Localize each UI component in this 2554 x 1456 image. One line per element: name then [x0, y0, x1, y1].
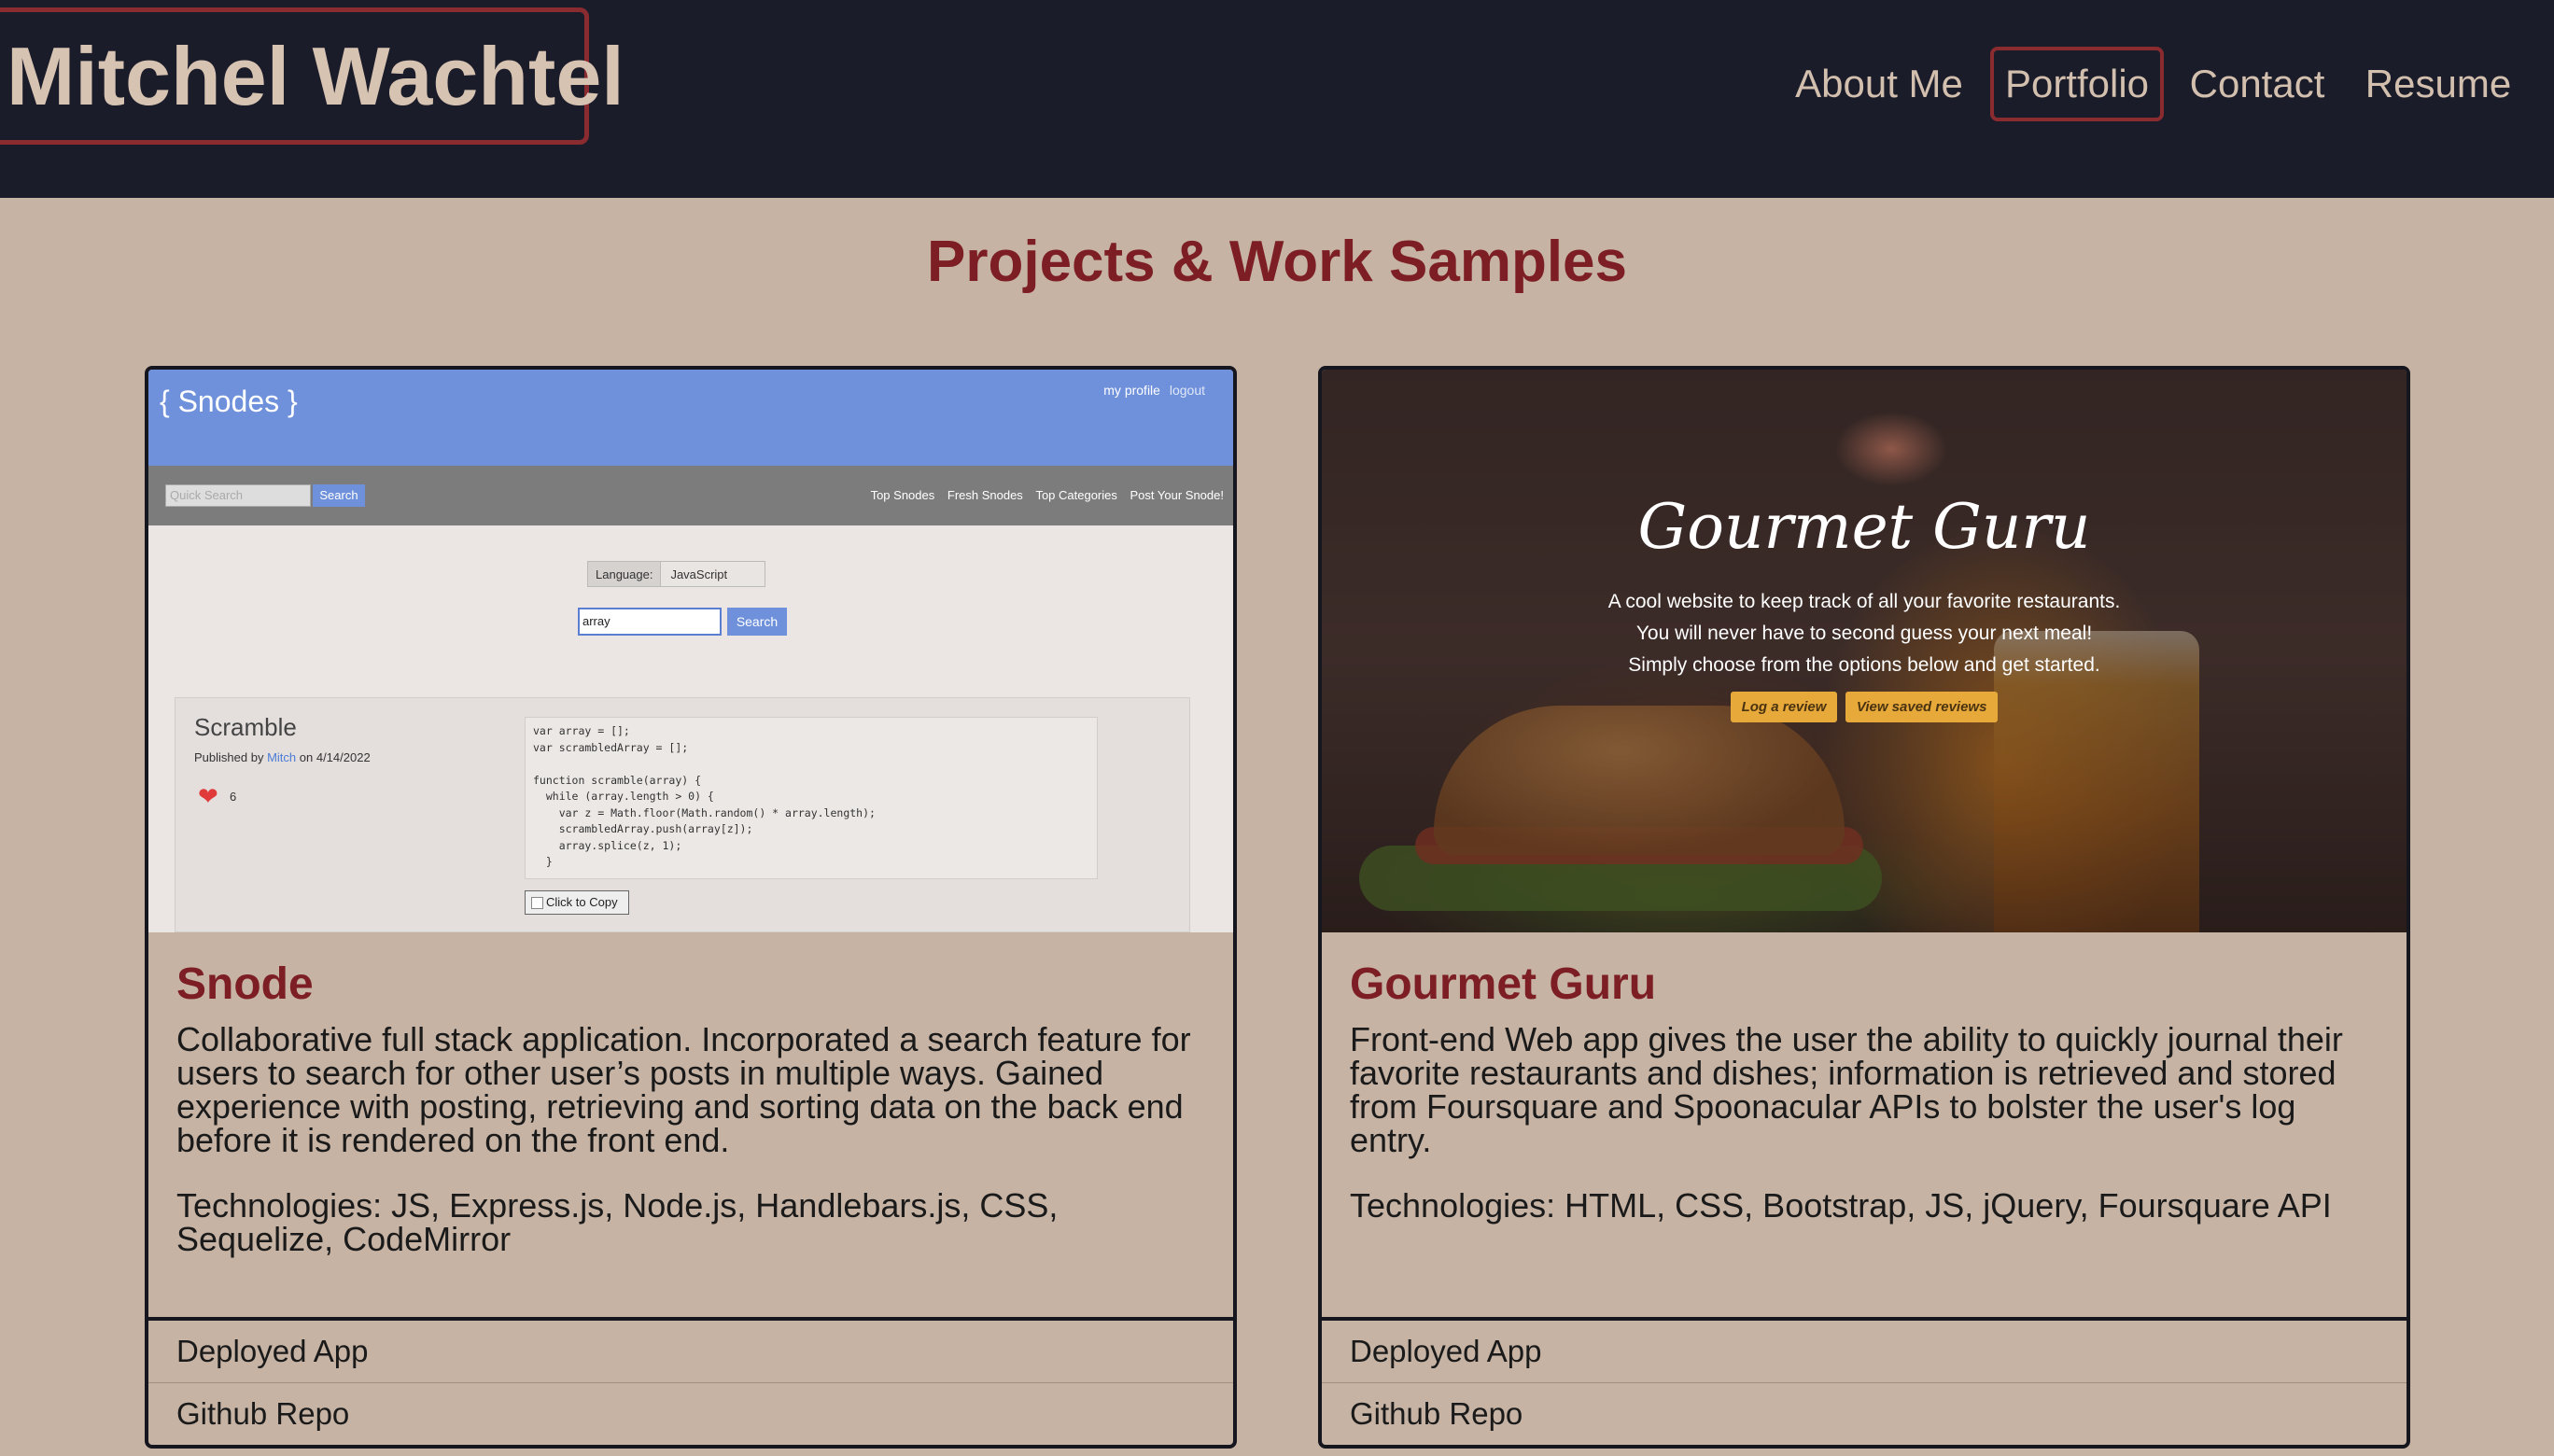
site-header: Mitchel Wachtel About Me Portfolio Conta…	[0, 0, 2554, 198]
gourmet-hero-line: You will never have to second guess your…	[1635, 623, 2093, 644]
card-description: Front-end Web app gives the user the abi…	[1350, 1020, 2343, 1159]
card-body: Snode Collaborative full stack applicati…	[148, 932, 1233, 1321]
gourmet-hero-title: Gourmet Guru	[1637, 491, 2091, 563]
snode-topbar: { Snodes } my profile logout	[148, 370, 1233, 466]
snode-post-byline: Published by Mitch on 4/14/2022	[194, 750, 371, 764]
snode-code-block: var array = []; var scrambledArray = [];…	[525, 717, 1098, 879]
snode-like-count: 6	[230, 790, 237, 804]
snode-screenshot: { Snodes } my profile logout Quick Searc…	[148, 370, 1233, 932]
snode-menu-item: Fresh Snodes	[947, 488, 1023, 502]
view-saved-reviews-button: View saved reviews	[1845, 692, 1999, 722]
snode-post-author: Mitch	[267, 750, 297, 764]
nav-resume[interactable]: Resume	[2356, 47, 2520, 121]
snode-post-date: on 4/14/2022	[299, 750, 371, 764]
snode-post-by-prefix: Published by	[194, 750, 264, 764]
deployed-app-link[interactable]: Deployed App	[1322, 1321, 2407, 1382]
nav-contact[interactable]: Contact	[2182, 47, 2332, 121]
heart-icon: ❤	[198, 782, 218, 810]
gourmet-hero-text: A cool website to keep track of all your…	[1322, 586, 2407, 681]
snode-quick-search: Quick Search	[165, 484, 311, 507]
snode-language-label: Language:	[587, 561, 662, 587]
snode-menu-item: Top Snodes	[870, 488, 935, 502]
snode-logo: { Snodes }	[160, 385, 298, 418]
card-technologies: Technologies: HTML, CSS, Bootstrap, JS, …	[1350, 1186, 2332, 1225]
brand-name: Mitchel Wachtel	[7, 29, 624, 122]
nav-portfolio[interactable]: Portfolio	[1990, 47, 2164, 121]
snode-main: Language: JavaScript array Search Scramb…	[148, 525, 1233, 932]
snode-menu-item: Top Categories	[1035, 488, 1117, 502]
snode-menu-item: Post Your Snode!	[1130, 488, 1224, 502]
card-links: Deployed App Github Repo	[148, 1321, 1233, 1444]
nav-about-me[interactable]: About Me	[1790, 47, 1968, 121]
gourmet-hero-line: Simply choose from the options below and…	[1628, 654, 2100, 676]
snode-menu: Top Snodes Fresh Snodes Top Categories P…	[862, 488, 1224, 502]
snode-search-input: array	[578, 608, 722, 636]
card-technologies: Technologies: JS, Express.js, Node.js, H…	[176, 1186, 1059, 1258]
github-repo-link[interactable]: Github Repo	[148, 1382, 1233, 1444]
snode-language-value: JavaScript	[661, 561, 766, 587]
snode-post: Scramble Published by Mitch on 4/14/2022…	[175, 697, 1190, 932]
snode-copy-button: Click to Copy	[525, 890, 629, 915]
snode-quick-search-button: Search	[313, 484, 365, 507]
snode-language-select: Language: JavaScript	[587, 561, 766, 587]
card-title: Gourmet Guru	[1350, 959, 1657, 1009]
page-title: Projects & Work Samples	[926, 230, 1628, 294]
brand-box[interactable]: Mitchel Wachtel	[0, 7, 624, 145]
gourmet-guru-screenshot: Gourmet Guru A cool website to keep trac…	[1322, 370, 2407, 932]
snode-logout: logout	[1169, 383, 1205, 398]
project-card-snode: { Snodes } my profile logout Quick Searc…	[145, 366, 1237, 1449]
snode-my-profile: my profile	[1103, 383, 1160, 398]
gourmet-hero-line: A cool website to keep track of all your…	[1607, 591, 2121, 612]
card-description: Collaborative full stack application. In…	[176, 1020, 1191, 1159]
github-repo-link[interactable]: Github Repo	[1322, 1382, 2407, 1444]
snode-searchbar: Quick Search Search Top Snodes Fresh Sno…	[148, 466, 1233, 525]
gourmet-hero-buttons: Log a review View saved reviews	[1322, 692, 2407, 722]
project-card-gourmet-guru: Gourmet Guru A cool website to keep trac…	[1318, 366, 2410, 1449]
deployed-app-link[interactable]: Deployed App	[148, 1321, 1233, 1382]
snode-top-links: my profile logout	[1098, 383, 1205, 398]
snode-post-title: Scramble	[194, 713, 297, 741]
card-title: Snode	[176, 959, 314, 1009]
card-links: Deployed App Github Repo	[1322, 1321, 2407, 1444]
log-review-button: Log a review	[1730, 692, 1838, 722]
card-body: Gourmet Guru Front-end Web app gives the…	[1322, 932, 2407, 1321]
snode-search-button: Search	[727, 608, 787, 636]
